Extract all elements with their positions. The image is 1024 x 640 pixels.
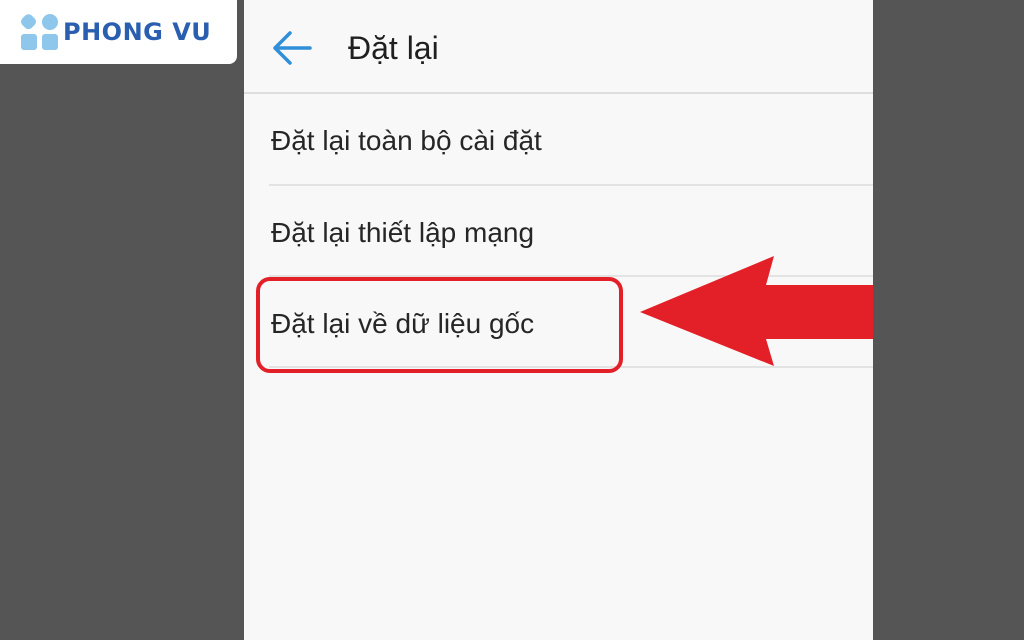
menu-item-reset-network-settings[interactable]: Đặt lại thiết lập mạng bbox=[269, 187, 873, 277]
menu-item-reset-all-settings[interactable]: Đặt lại toàn bộ cài đặt bbox=[269, 95, 873, 185]
divider bbox=[269, 366, 873, 368]
brand-logo: PHONG VU bbox=[0, 0, 237, 64]
app-bar: Đặt lại bbox=[244, 0, 873, 94]
arrow-left-icon[interactable] bbox=[272, 30, 312, 66]
brand-logo-icon bbox=[21, 14, 58, 50]
menu-item-label: Đặt lại về dữ liệu gốc bbox=[271, 308, 535, 339]
phone-screen: Đặt lại Đặt lại toàn bộ cài đặt Đặt lại … bbox=[244, 0, 873, 640]
page-title: Đặt lại bbox=[348, 30, 439, 66]
brand-name: PHONG VU bbox=[63, 18, 212, 46]
divider bbox=[269, 184, 873, 186]
menu-item-factory-reset[interactable]: Đặt lại về dữ liệu gốc bbox=[269, 278, 873, 368]
divider bbox=[269, 275, 873, 277]
menu-item-label: Đặt lại thiết lập mạng bbox=[271, 217, 535, 248]
menu-item-label: Đặt lại toàn bộ cài đặt bbox=[271, 125, 542, 156]
